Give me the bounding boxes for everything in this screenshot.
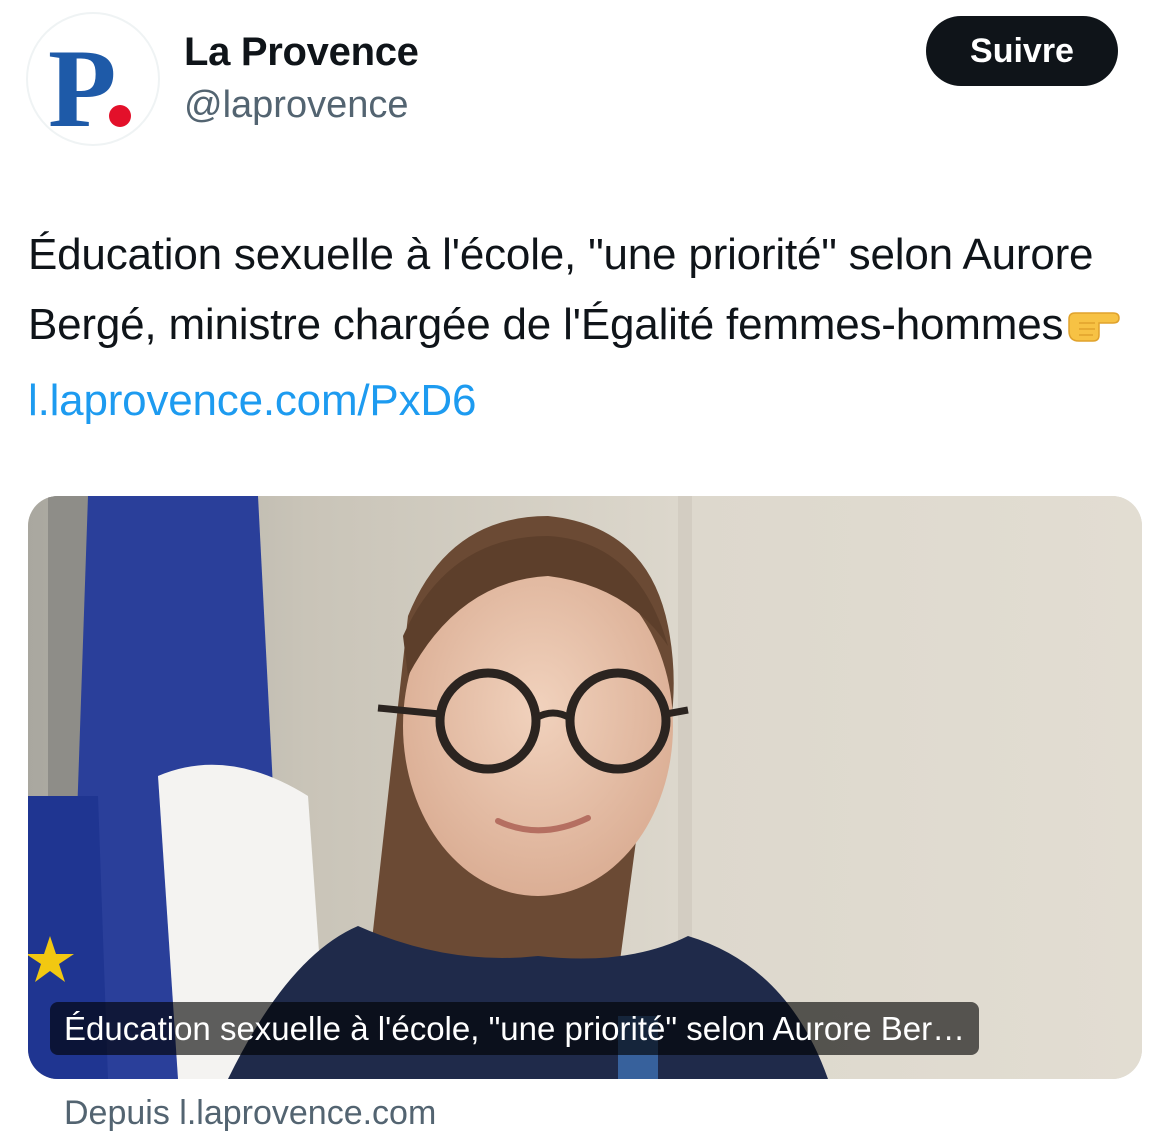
link-card[interactable]: Éducation sexuelle à l'école, "une prior… bbox=[28, 496, 1142, 1079]
tweet-text: Éducation sexuelle à l'école, "une prior… bbox=[28, 220, 1148, 436]
account-handle[interactable]: @laprovence bbox=[184, 84, 408, 127]
card-caption: Éducation sexuelle à l'école, "une prior… bbox=[50, 1002, 980, 1055]
avatar-letter: P bbox=[48, 27, 116, 146]
card-source[interactable]: Depuis l.laprovence.com bbox=[64, 1094, 436, 1133]
tweet-link[interactable]: l.laprovence.com/PxD6 bbox=[28, 376, 476, 425]
tweet-header: P La Provence @laprovence Suivre bbox=[0, 0, 1170, 170]
follow-button[interactable]: Suivre bbox=[926, 16, 1118, 86]
account-name[interactable]: La Provence bbox=[184, 30, 419, 75]
account-avatar[interactable]: P bbox=[26, 12, 160, 146]
tweet-text-main: Éducation sexuelle à l'école, "une prior… bbox=[28, 230, 1094, 349]
article-photo bbox=[28, 496, 1142, 1079]
la-provence-logo-icon: P bbox=[48, 27, 131, 146]
backhand-index-pointing-right-icon bbox=[1065, 296, 1123, 366]
